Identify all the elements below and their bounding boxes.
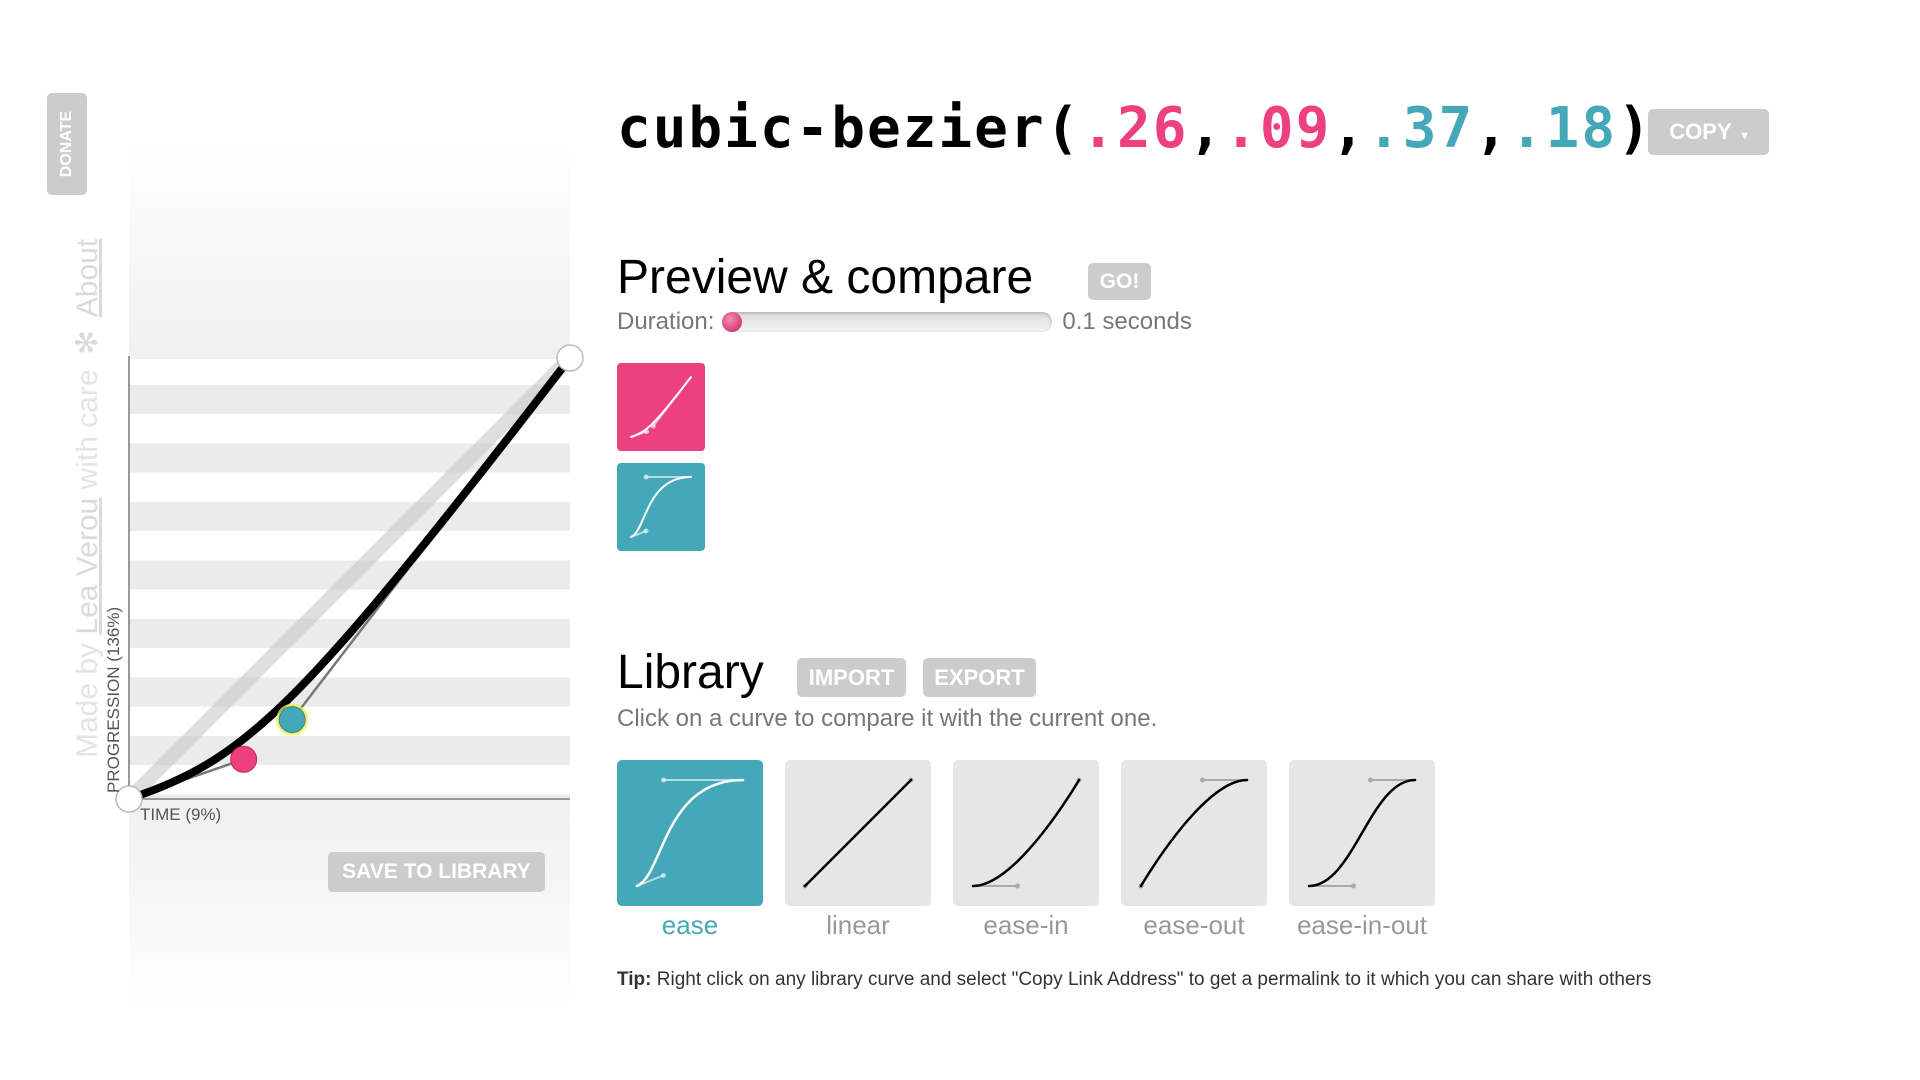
library-item-label: ease [661, 910, 719, 940]
end-point [556, 344, 584, 372]
handle-dot [661, 872, 666, 878]
library-item-ease-in-out[interactable]: ease-in-out [1289, 760, 1435, 941]
handle-dot [1367, 777, 1373, 783]
p1x-value: .26 [1081, 96, 1189, 161]
save-to-library-button[interactable]: SAVE TO LIBRARY [328, 852, 545, 892]
duration-value: 0.1 seconds [1062, 308, 1192, 335]
curve-path [630, 476, 692, 538]
duration-slider[interactable] [722, 312, 1053, 332]
go-button[interactable]: GO! [1088, 263, 1151, 300]
code-sep: , [1331, 96, 1368, 161]
p1-handle[interactable] [230, 745, 258, 773]
library-title: Library [617, 646, 764, 699]
preview-current-box [617, 363, 705, 451]
bezier-graph[interactable] [99, 329, 619, 849]
curve-path [1307, 778, 1417, 888]
handle-dot [643, 474, 649, 480]
handle-dot [1351, 883, 1357, 889]
code-sep: , [1188, 96, 1225, 161]
chevron-down-icon: ▾ [1741, 128, 1748, 142]
import-button[interactable]: IMPORT [797, 658, 906, 697]
export-button[interactable]: EXPORT [923, 658, 1036, 697]
library-thumb[interactable] [1289, 760, 1435, 906]
copy-button[interactable]: COPY ▾ [1648, 109, 1769, 155]
compare-curve-icon [630, 474, 692, 538]
handle-dot [643, 528, 649, 534]
library-item-ease-in[interactable]: ease-in [953, 760, 1099, 941]
p1y-value: .09 [1224, 96, 1332, 161]
time-axis-label: TIME (9%) [140, 805, 222, 824]
curve-path [630, 376, 692, 438]
library-item-ease[interactable]: ease [617, 760, 763, 941]
library-item-label: ease-out [1143, 910, 1245, 940]
progression-axis-label: PROGRESSION (136%) [104, 606, 123, 793]
handle-dot [1199, 777, 1205, 783]
handle-dot [1015, 883, 1021, 889]
p2x-value: .37 [1367, 96, 1475, 161]
tip-body: Right click on any library curve and sel… [651, 969, 1652, 990]
donate-button[interactable]: DONATE [47, 93, 87, 195]
library-thumb[interactable] [785, 760, 931, 906]
duration-row: Duration: 0.1 seconds [617, 308, 1192, 336]
curve-path [635, 778, 745, 888]
preview-title: Preview & compare [617, 251, 1034, 304]
curve-path [1139, 778, 1249, 888]
handle-dot [661, 777, 666, 783]
library-thumb[interactable] [953, 760, 1099, 906]
donate-label: DONATE [58, 110, 75, 178]
curve-path [971, 778, 1081, 888]
tip-label: Tip: [617, 969, 652, 990]
library-item-label: linear [826, 910, 890, 940]
tip-text: Tip: Right click on any library curve an… [617, 969, 1651, 991]
duration-label: Duration: [617, 308, 715, 335]
library-item-label: ease-in [983, 910, 1069, 940]
library-thumb[interactable] [1121, 760, 1267, 906]
preview-compare-box [617, 463, 705, 551]
code-sep: , [1474, 96, 1510, 161]
curve-path [803, 778, 913, 888]
bezier-code: cubic-bezier(.26,.09,.37,.18) [617, 96, 1653, 161]
library-item-linear[interactable]: linear [785, 760, 931, 941]
copy-label: COPY [1669, 119, 1732, 144]
about-link[interactable]: About [71, 239, 104, 317]
current-curve-icon [630, 376, 692, 438]
library-item-label: ease-in-out [1296, 910, 1428, 940]
library-subtitle: Click on a curve to compare it with the … [617, 705, 1158, 732]
library-item-ease-out[interactable]: ease-out [1121, 760, 1267, 941]
slider-thumb[interactable] [722, 312, 743, 332]
p2-handle[interactable] [278, 706, 306, 734]
p2y-value: .18 [1509, 96, 1618, 161]
library-thumb[interactable] [617, 760, 763, 906]
linear-reference-line [124, 353, 575, 804]
code-fn: cubic-bezier( [617, 96, 1082, 161]
